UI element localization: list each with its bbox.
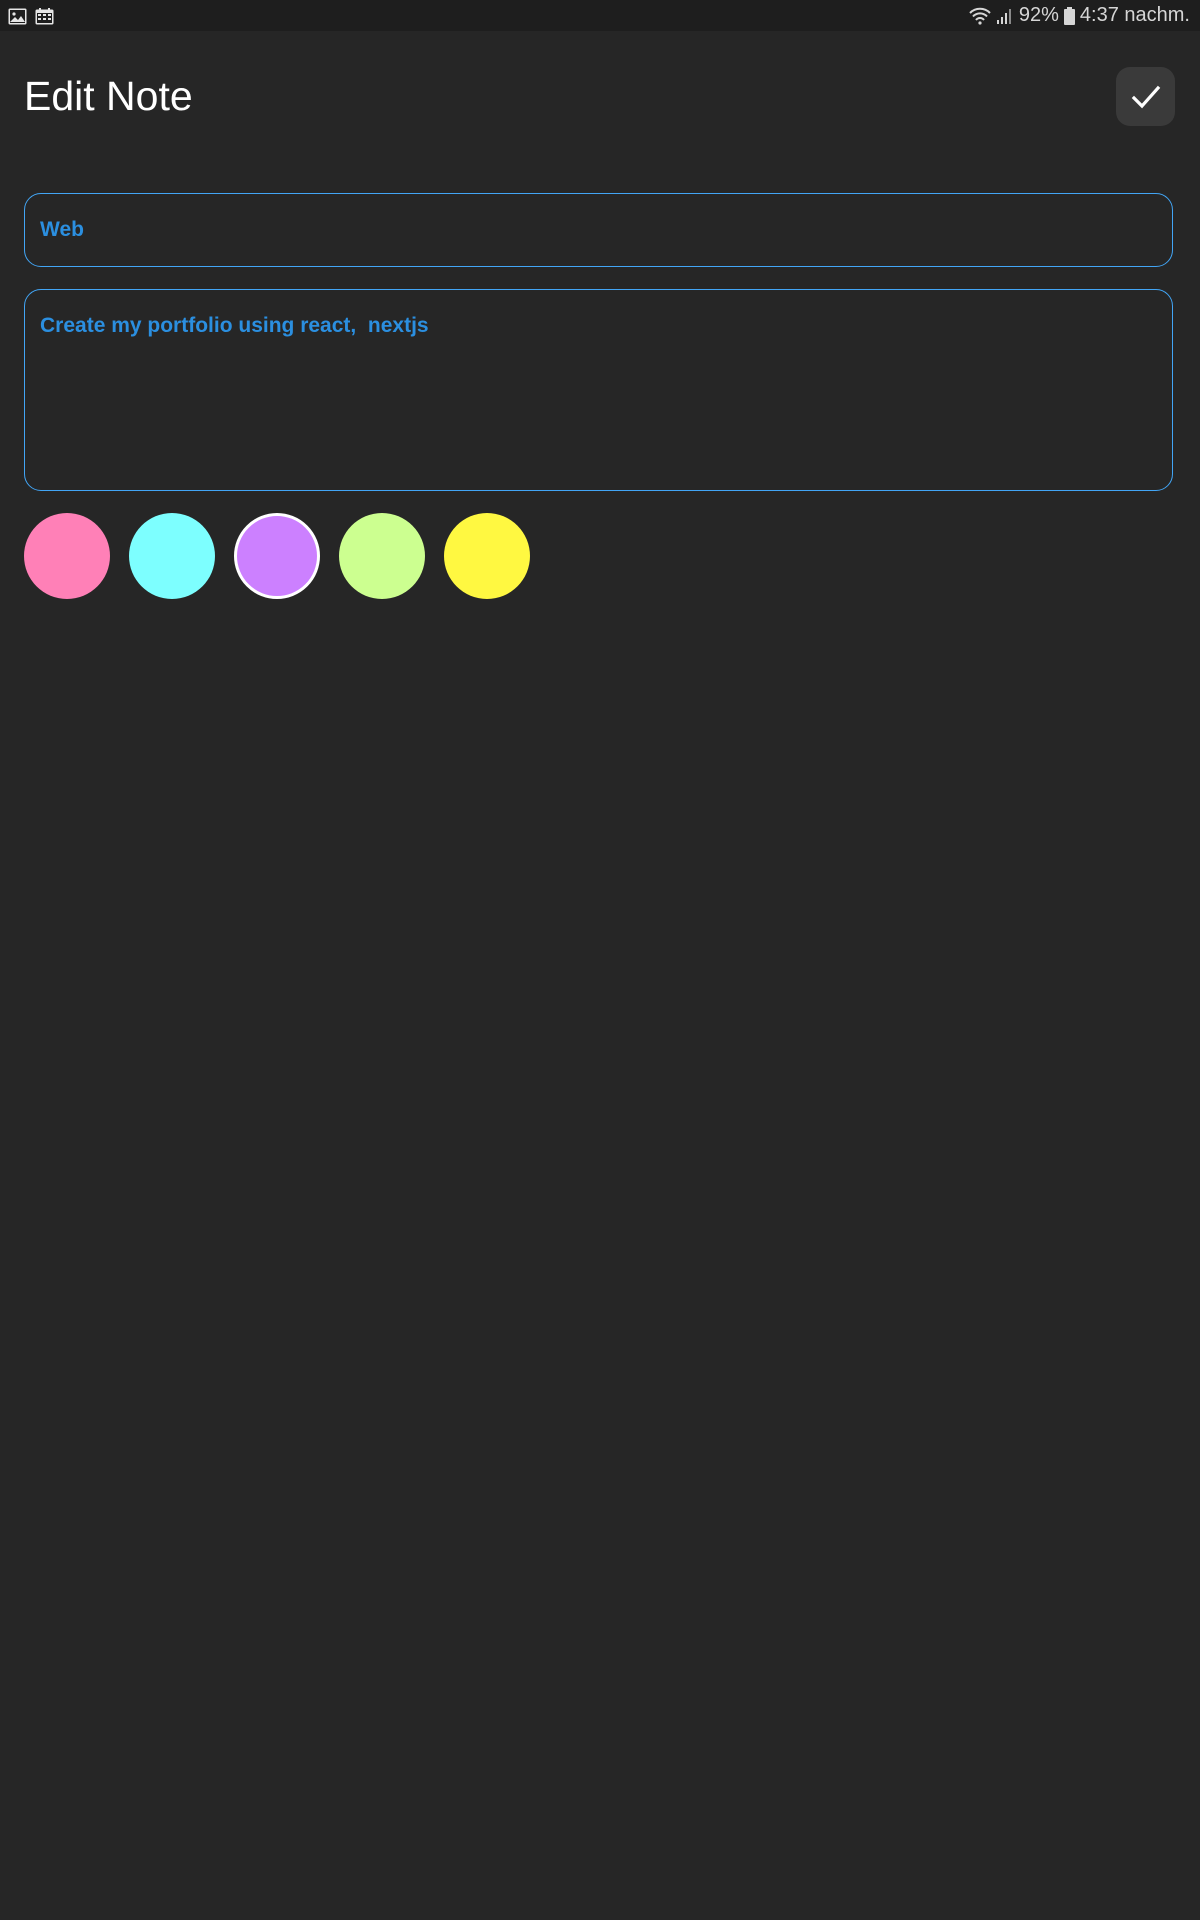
battery-icon [1063, 6, 1075, 25]
wifi-icon [969, 7, 991, 25]
status-bar-left [8, 6, 54, 26]
edit-note-screen: 92% 4:37 nachm. Edit Note Web Create my … [0, 0, 1200, 1920]
save-button[interactable] [1116, 67, 1175, 126]
status-bar-right: 92% 4:37 nachm. [969, 0, 1190, 31]
color-swatch-purple[interactable] [234, 513, 320, 599]
color-swatch-yellow[interactable] [444, 513, 530, 599]
clock: 4:37 nachm. [1079, 4, 1190, 26]
content-input[interactable]: Create my portfolio using react, nextjs [24, 289, 1173, 491]
color-swatch-lime[interactable] [339, 513, 425, 599]
signal-icon [996, 7, 1014, 25]
color-swatch-cyan[interactable] [129, 513, 215, 599]
page-title: Edit Note [24, 73, 193, 119]
image-icon [8, 8, 27, 25]
color-swatch-pink[interactable] [24, 513, 110, 599]
calendar-icon [35, 7, 54, 25]
title-input-value: Web [40, 218, 84, 241]
check-icon [1129, 80, 1163, 114]
content-input-value: Create my portfolio using react, nextjs [40, 314, 429, 337]
status-bar: 92% 4:37 nachm. [0, 0, 1200, 31]
battery-percent: 92% [1018, 4, 1059, 26]
title-input[interactable]: Web [24, 193, 1173, 267]
